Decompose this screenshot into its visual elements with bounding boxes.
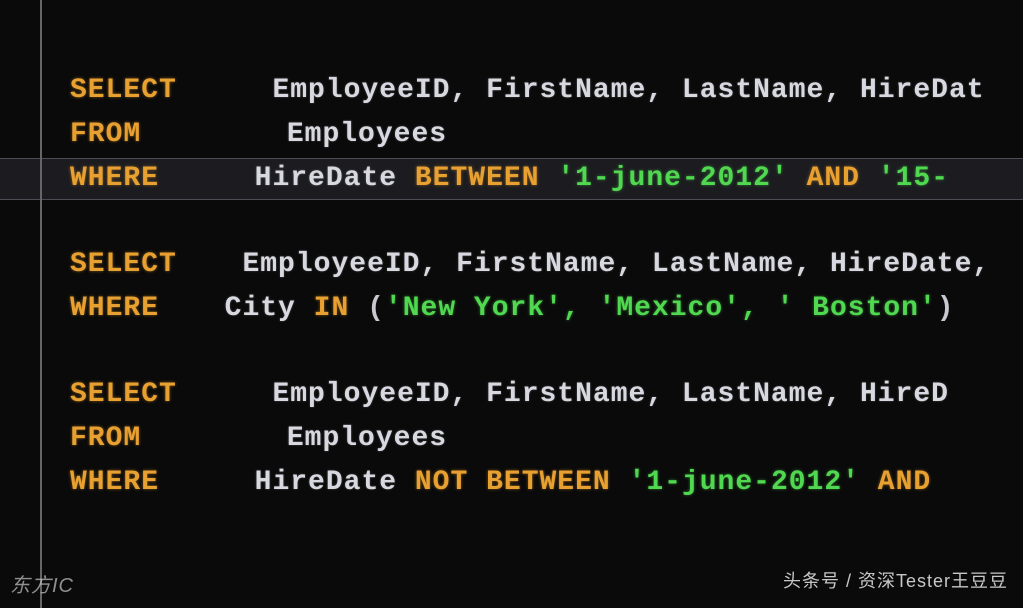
sql-keyword-select: SELECT	[70, 249, 177, 280]
code-line[interactable]: SELECT EmployeeID, FirstName, LastName, …	[70, 374, 1023, 416]
sql-table: Employees	[287, 423, 447, 454]
sql-keyword-and: AND	[807, 163, 860, 194]
sql-columns: EmployeeID, FirstName, LastName, HireD	[272, 379, 949, 410]
code-line[interactable]: WHERE City IN ('New York', 'Mexico', ' B…	[70, 288, 1023, 330]
sql-string: '1-june-2012'	[557, 163, 788, 194]
sql-keyword-select: SELECT	[70, 379, 177, 410]
sql-columns: EmployeeID, FirstName, LastName, HireDat	[272, 75, 984, 106]
sql-string: '1-june-2012'	[629, 467, 860, 498]
sql-string: '15-	[878, 163, 949, 194]
sql-keyword-from: FROM	[70, 119, 141, 150]
sql-keyword-select: SELECT	[70, 75, 177, 106]
sql-columns: EmployeeID, FirstName, LastName, HireDat…	[242, 249, 990, 280]
sql-keyword-from: FROM	[70, 423, 141, 454]
code-line[interactable]: FROM Employees	[70, 114, 1023, 156]
code-editor[interactable]: SELECT EmployeeID, FirstName, LastName, …	[0, 0, 1023, 504]
sql-string: 'New York', 'Mexico', ' Boston'	[385, 293, 937, 324]
sql-column: HireDate	[255, 163, 397, 194]
sql-keyword-and: AND	[878, 467, 931, 498]
watermark-right: 头条号 / 资深Tester王豆豆	[783, 567, 1008, 593]
sql-keyword-in: IN	[314, 293, 350, 324]
code-line[interactable]: SELECT EmployeeID, FirstName, LastName, …	[70, 70, 1023, 112]
sql-column: HireDate	[255, 467, 397, 498]
paren-close: )	[937, 293, 955, 324]
code-line[interactable]: SELECT EmployeeID, FirstName, LastName, …	[70, 244, 1023, 286]
sql-column: City	[225, 293, 296, 324]
code-line[interactable]: FROM Employees	[70, 418, 1023, 460]
blank-line	[70, 202, 1023, 244]
sql-keyword-between: BETWEEN	[415, 163, 540, 194]
code-line-highlighted[interactable]: WHERE HireDate BETWEEN '1-june-2012' AND…	[70, 158, 1023, 200]
code-line[interactable]: WHERE HireDate NOT BETWEEN '1-june-2012'…	[70, 462, 1023, 504]
sql-keyword-where: WHERE	[70, 163, 159, 194]
blank-line	[70, 332, 1023, 374]
sql-keyword-where: WHERE	[70, 467, 159, 498]
watermark-left: 东方IC	[10, 569, 74, 598]
sql-keyword-where: WHERE	[70, 293, 159, 324]
sql-table: Employees	[287, 119, 447, 150]
paren-open: (	[367, 293, 385, 324]
sql-keyword-not-between: NOT BETWEEN	[415, 467, 611, 498]
